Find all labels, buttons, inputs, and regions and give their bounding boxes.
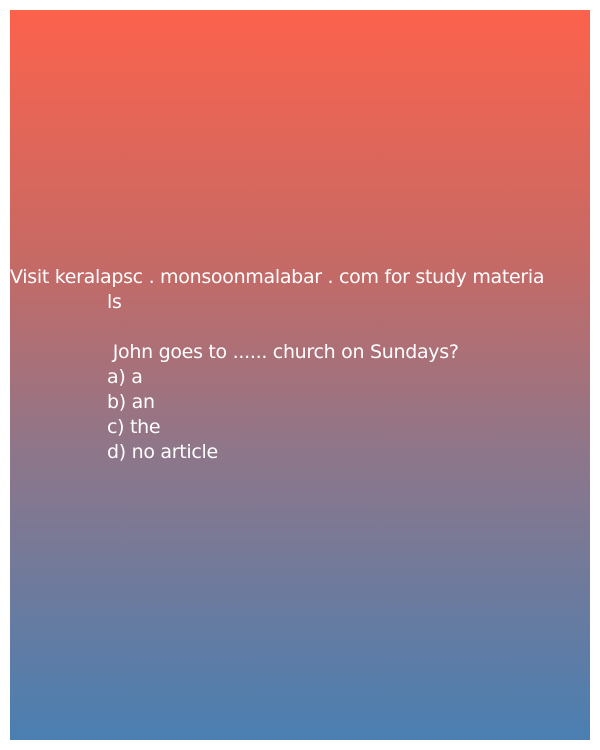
option-d: d) no article bbox=[107, 441, 218, 463]
card-content: Visit keralapsc . monsoonmalabar . com f… bbox=[10, 265, 590, 465]
option-a: a) a bbox=[107, 366, 143, 388]
promo-text-line-2: ls bbox=[107, 291, 122, 313]
question-text: John goes to ...... church on Sundays? bbox=[107, 341, 459, 363]
question-card: Visit keralapsc . monsoonmalabar . com f… bbox=[10, 10, 590, 740]
option-c: c) the bbox=[107, 416, 161, 438]
promo-text-line-1: Visit keralapsc . monsoonmalabar . com f… bbox=[10, 266, 545, 288]
option-b: b) an bbox=[107, 391, 155, 413]
